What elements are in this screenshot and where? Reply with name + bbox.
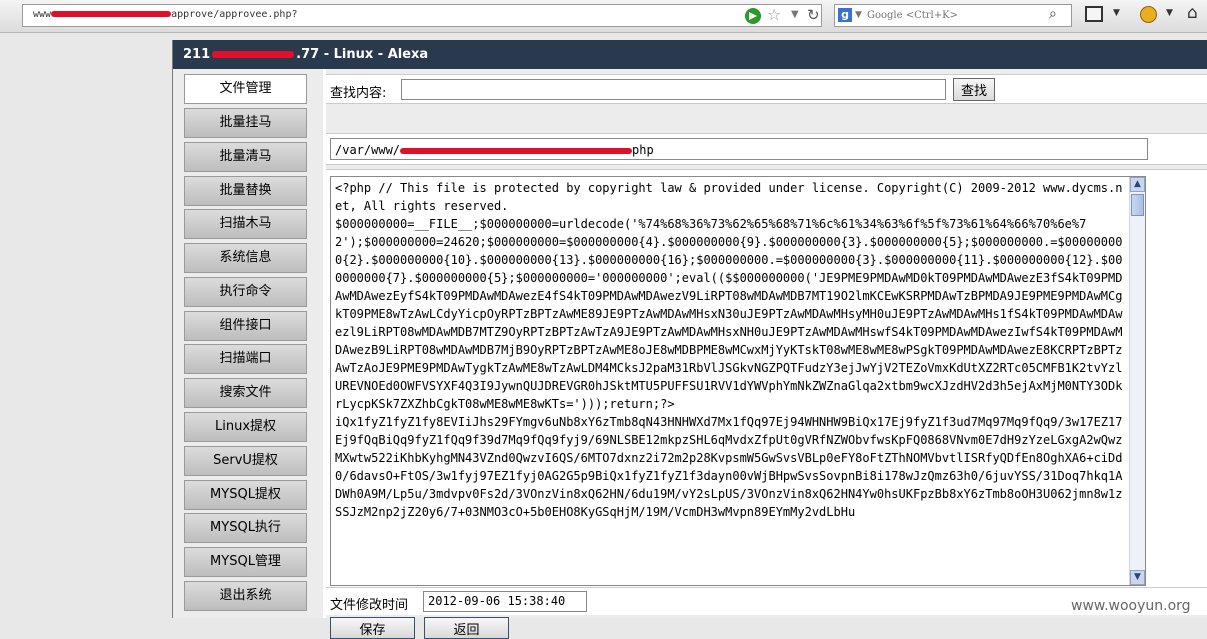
path-prefix: /var/www/: [335, 143, 401, 157]
file-content-textarea[interactable]: <?php // This file is protected by copyr…: [330, 176, 1146, 586]
browser-toolbar: www approve/approvee.php? ☆ ▼ ↻ g ▼ ⌕ ▼ ▼…: [0, 0, 1207, 33]
url-suffix: approve/approvee.php?: [171, 9, 298, 20]
file-content-text: <?php // This file is protected by copyr…: [335, 181, 1123, 519]
title-mid: .77: [296, 47, 320, 62]
file-path-input[interactable]: /var/www/php: [330, 138, 1148, 160]
modified-time-input[interactable]: 2012-09-06 15:38:40: [423, 591, 587, 612]
sidebar-item-batch-mount[interactable]: 批量挂马: [184, 108, 307, 138]
sidebar-item-batch-clean[interactable]: 批量清马: [184, 142, 307, 172]
magnifier-icon[interactable]: ⌕: [1049, 6, 1057, 22]
sidebar-item-logout[interactable]: 退出系统: [184, 581, 307, 611]
search-label: 查找内容:: [330, 86, 387, 101]
chevron-down-icon[interactable]: ▼: [1113, 8, 1120, 18]
back-button[interactable]: 返回: [424, 617, 509, 639]
url-redaction: [51, 11, 172, 17]
sidebar-item-scan-port[interactable]: 扫描端口: [184, 344, 307, 374]
addon-smiley-icon[interactable]: [1140, 6, 1157, 23]
sidebar-item-component[interactable]: 组件接口: [184, 311, 307, 341]
file-path-text: /var/www/php: [335, 143, 654, 157]
web-search-input[interactable]: [867, 10, 1047, 21]
path-row: /var/www/php: [326, 133, 1207, 165]
sidebar-nav: 文件管理 批量挂马 批量清马 批量替换 扫描木马 系统信息 执行命令 组件接口 …: [173, 69, 323, 618]
sidebar-item-exec-command[interactable]: 执行命令: [184, 277, 307, 307]
main-panel: 查找内容: 查找 /var/www/php <?php // This file…: [326, 69, 1207, 639]
scroll-down-icon[interactable]: ▼: [1130, 570, 1145, 585]
sidebar-item-mysql-priv[interactable]: MYSQL提权: [184, 480, 307, 510]
url-prefix: www: [33, 9, 52, 20]
title-prefix: 211: [183, 47, 211, 62]
sidebar-item-batch-replace[interactable]: 批量替换: [184, 176, 307, 206]
path-suffix: php: [632, 143, 654, 157]
search-button[interactable]: 查找: [953, 78, 995, 101]
google-icon[interactable]: g: [838, 8, 852, 22]
save-button[interactable]: 保存: [330, 617, 415, 639]
sidebar-item-servu-priv[interactable]: ServU提权: [184, 446, 307, 476]
home-icon[interactable]: ⌂: [1187, 3, 1198, 23]
go-arrow-icon[interactable]: [745, 8, 761, 24]
search-row: 查找内容: 查找: [326, 74, 1207, 104]
chevron-down-icon[interactable]: ▼: [791, 9, 799, 20]
window-title: 211 .77 - Linux - Alexa: [173, 40, 1207, 69]
sidebar-item-mysql-manage[interactable]: MYSQL管理: [184, 547, 307, 577]
vertical-scrollbar[interactable]: ▲ ▼: [1129, 177, 1145, 585]
sidebar-item-system-info[interactable]: 系统信息: [184, 243, 307, 273]
title-redaction: [212, 51, 295, 58]
reload-icon[interactable]: ↻: [807, 6, 820, 24]
title-suffix: - Linux - Alexa: [319, 47, 429, 62]
modified-time-label: 文件修改时间: [330, 598, 409, 613]
watermark: www.wooyun.org: [1071, 598, 1191, 614]
action-buttons: 保存 返回: [326, 615, 1207, 639]
url-text: www approve/approvee.php?: [33, 9, 298, 20]
sidebar-item-mysql-exec[interactable]: MYSQL执行: [184, 513, 307, 543]
search-input[interactable]: [401, 79, 946, 100]
sidebar-item-file-manager[interactable]: 文件管理: [184, 74, 307, 104]
scroll-up-icon[interactable]: ▲: [1130, 177, 1145, 192]
scrollbar-thumb[interactable]: [1131, 194, 1144, 216]
address-bar[interactable]: www approve/approvee.php? ☆ ▼ ↻: [22, 4, 822, 27]
bookmark-star-icon[interactable]: ☆: [767, 5, 781, 24]
path-redaction: [400, 147, 633, 154]
web-search-bar[interactable]: g ▼ ⌕: [834, 4, 1072, 27]
sidebar-item-search-file[interactable]: 搜索文件: [184, 378, 307, 408]
chevron-down-icon[interactable]: ▼: [1166, 8, 1173, 18]
webshell-window: 211 .77 - Linux - Alexa 文件管理 批量挂马 批量清马 批量…: [172, 40, 1207, 639]
sidebar-item-scan-trojan[interactable]: 扫描木马: [184, 209, 307, 239]
sidebar-item-linux-priv[interactable]: Linux提权: [184, 412, 307, 442]
code-row: <?php // This file is protected by copyr…: [326, 169, 1207, 587]
chevron-down-icon[interactable]: ▼: [855, 10, 862, 20]
screenshot-tool-icon[interactable]: [1085, 6, 1103, 22]
